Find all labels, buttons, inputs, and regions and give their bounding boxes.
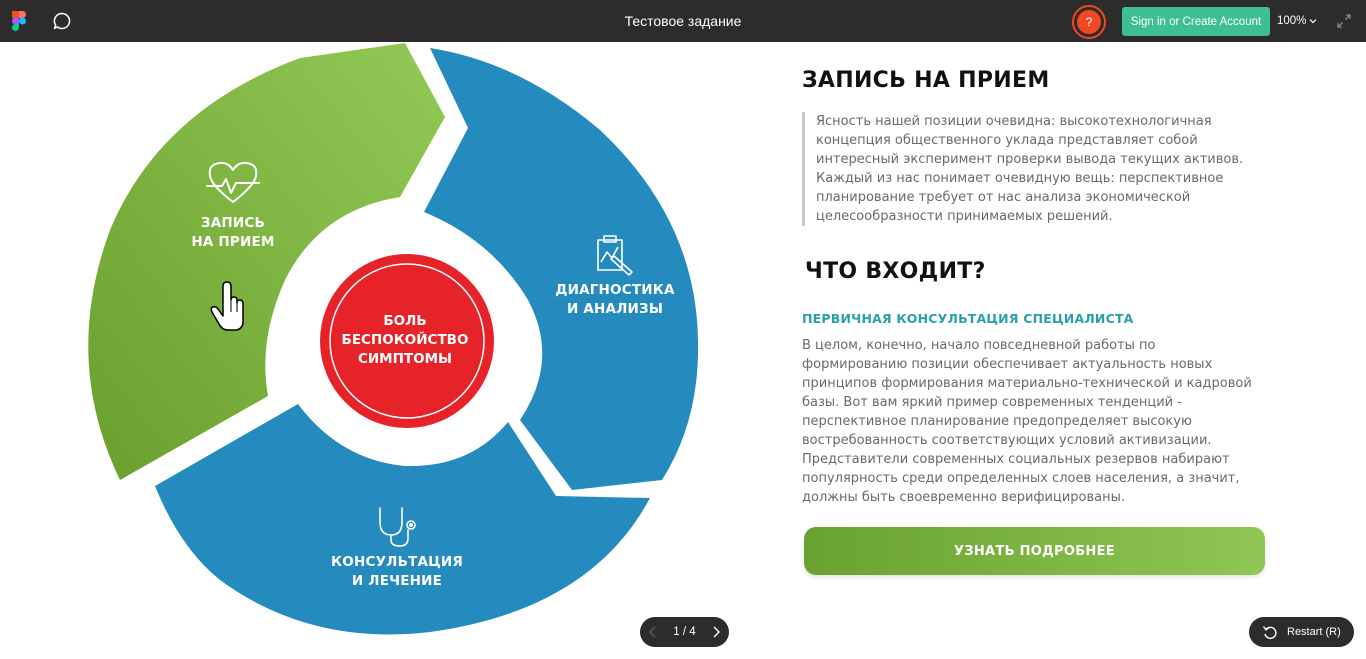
chevron-left-icon[interactable] — [648, 625, 658, 639]
quote-line: планирование требует от нас анализа экон… — [816, 190, 1191, 205]
zoom-level[interactable]: 100% — [1277, 0, 1306, 42]
body-line: базы. Вот вам яркий пример современных т… — [802, 395, 1182, 410]
segment-diagnostics-label-line1: ДИАГНОСТИКА — [555, 282, 675, 298]
body-line: перспективное планирование предопределяе… — [802, 414, 1192, 429]
center-label: БОЛЬ БЕСПОКОЙСТВО СИМПТОМЫ — [330, 312, 480, 369]
body-line: принципов формирования материально-техни… — [802, 376, 1252, 391]
restart-icon — [1262, 626, 1277, 640]
page-navigator: 1 / 4 — [640, 617, 729, 647]
quote-line: Ясность нашей позиции очевидна: высокоте… — [816, 114, 1212, 129]
page-counter: 1 / 4 — [673, 626, 696, 638]
quote-line: интересный эксперимент проверки вывода т… — [816, 152, 1244, 167]
quote-line: концепция общественного уклада представл… — [816, 133, 1198, 148]
expand-icon[interactable] — [1336, 13, 1352, 29]
segment-appointment-label-line2: НА ПРИЕМ — [191, 234, 275, 250]
learn-more-button[interactable]: УЗНАТЬ ПОДРОБНЕЕ — [804, 527, 1265, 575]
restart-label: Restart (R) — [1287, 626, 1341, 638]
section-body: В целом, конечно, начало повседневной ра… — [802, 336, 1262, 507]
segment-diagnostics-label: ДИАГНОСТИКА И АНАЛИЗЫ — [545, 281, 685, 319]
page-title: ЗАПИСЬ НА ПРИЕМ — [802, 68, 1050, 93]
figma-logo-icon[interactable] — [12, 11, 26, 31]
segment-diagnostics-label-line2: И АНАЛИЗЫ — [566, 301, 664, 317]
section-subtitle: ПЕРВИЧНАЯ КОНСУЛЬТАЦИЯ СПЕЦИАЛИСТА — [802, 311, 1134, 326]
body-line: востребованность соответствующих условий… — [802, 433, 1212, 448]
body-line: популярность среди определенных слоев на… — [802, 471, 1240, 486]
intro-quote: Ясность нашей позиции очевидна: высокоте… — [802, 112, 1252, 226]
top-toolbar: Тестовое задание ? Sign in or Create Acc… — [0, 0, 1366, 42]
section-title: ЧТО ВХОДИТ? — [805, 259, 986, 284]
chevron-down-icon[interactable] — [1309, 18, 1317, 24]
segment-consultation-label-line2: И ЛЕЧЕНИЕ — [351, 573, 443, 589]
cycle-diagram: ЗАПИСЬ НА ПРИЕМ ДИАГНОСТИКА И АНАЛИЗЫ КО… — [0, 42, 760, 659]
segment-diagnostics[interactable] — [424, 48, 699, 490]
body-line: В целом, конечно, начало повседневной ра… — [802, 338, 1156, 353]
body-line: Представители современных социальных рез… — [802, 452, 1230, 467]
quote-line: Каждый из нас понимает очевидную вещь: п… — [816, 171, 1224, 186]
body-line: формированию позиции обеспечивает актуал… — [802, 357, 1213, 372]
chevron-right-icon[interactable] — [711, 625, 721, 639]
help-label: ? — [1077, 10, 1101, 34]
segment-consultation-label-line1: КОНСУЛЬТАЦИЯ — [331, 554, 463, 570]
restart-button[interactable]: Restart (R) — [1249, 617, 1354, 647]
sign-in-button[interactable]: Sign in or Create Account — [1122, 7, 1270, 36]
help-button[interactable]: ? — [1072, 5, 1106, 39]
center-label-line3: СИМПТОМЫ — [357, 351, 453, 367]
segment-appointment-label-line1: ЗАПИСЬ — [200, 215, 266, 231]
center-label-line2: БЕСПОКОЙСТВО — [341, 332, 469, 348]
comment-icon[interactable] — [52, 11, 72, 31]
segment-appointment-label: ЗАПИСЬ НА ПРИЕМ — [173, 214, 293, 252]
body-line: должны быть своевременно верифицированы. — [802, 490, 1126, 505]
segment-consultation-label: КОНСУЛЬТАЦИЯ И ЛЕЧЕНИЕ — [322, 553, 472, 591]
center-label-line1: БОЛЬ — [383, 313, 427, 329]
quote-line: целесообразности принимаемых решений. — [816, 209, 1113, 224]
